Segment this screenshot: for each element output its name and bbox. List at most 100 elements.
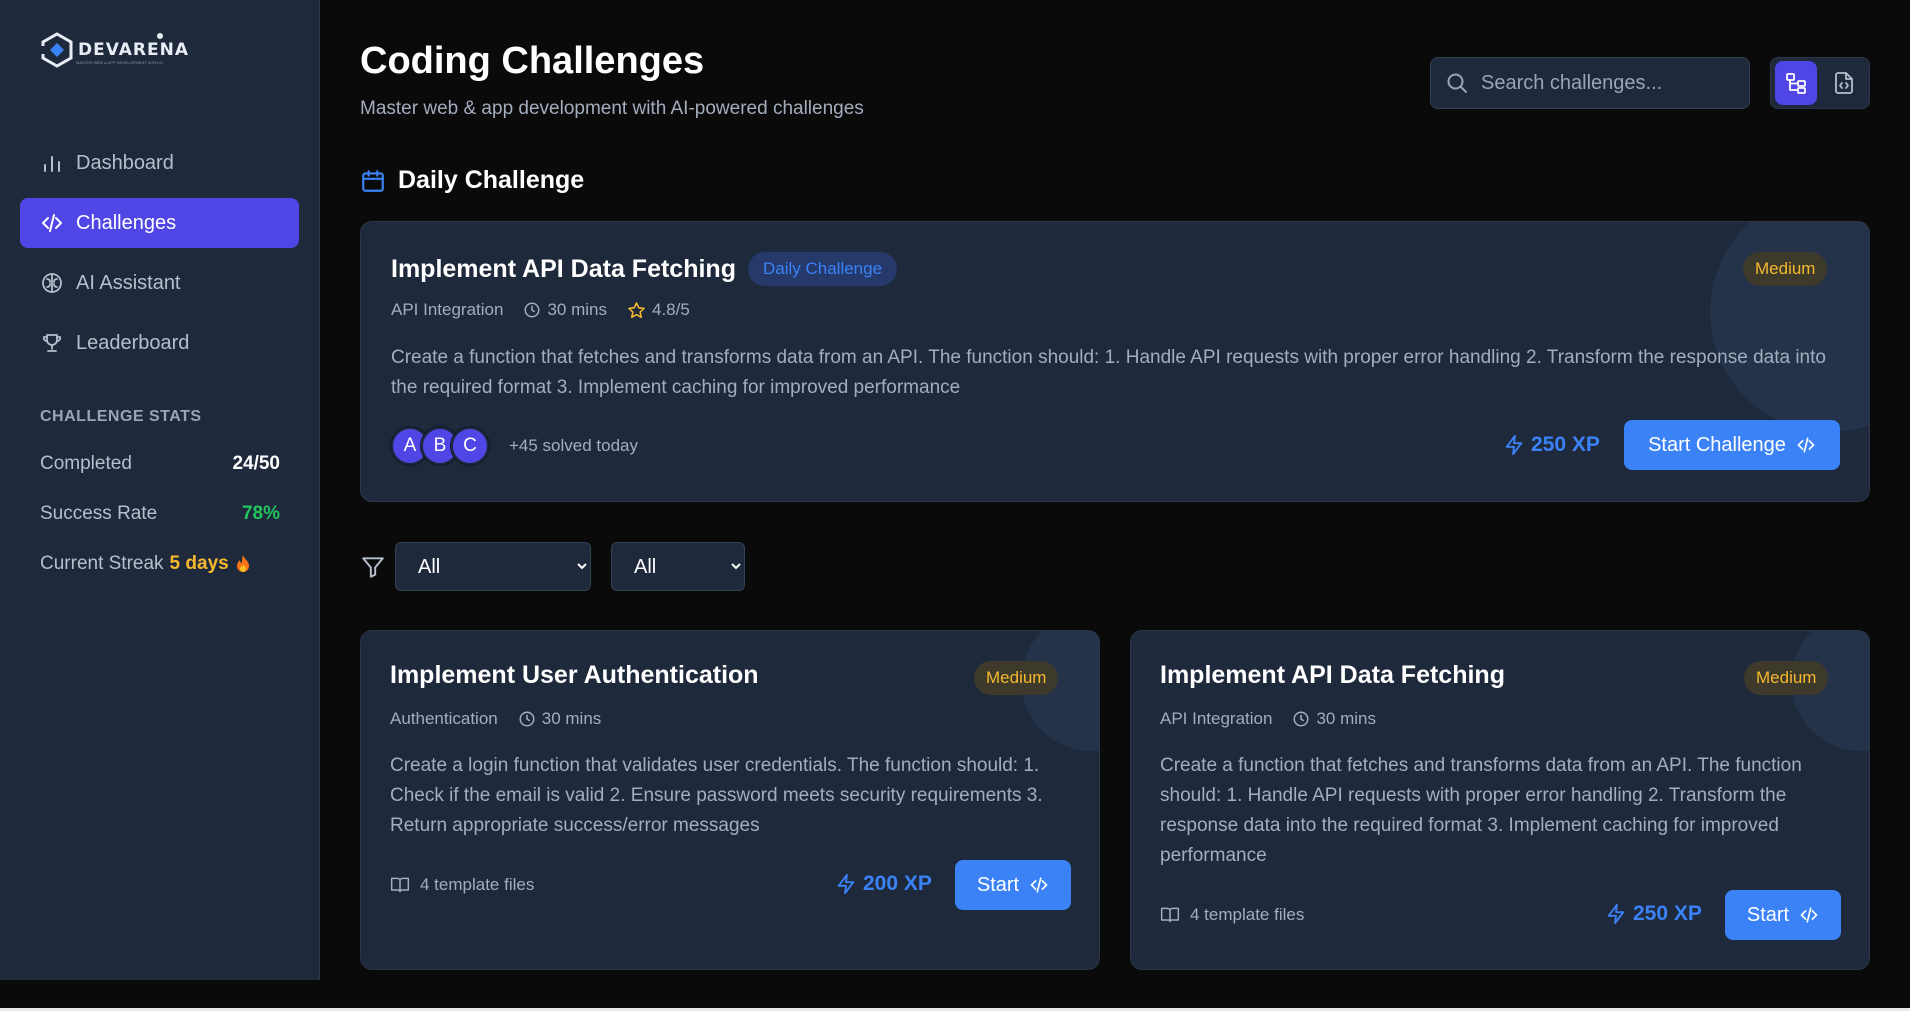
difficulty-select[interactable]: All xyxy=(395,542,591,591)
start-challenge-button[interactable]: Start Challenge xyxy=(1624,420,1840,470)
lightning-icon xyxy=(837,873,855,895)
clock-icon xyxy=(524,302,540,318)
button-label: Start xyxy=(976,873,1020,896)
sidebar-item-label: AI Assistant xyxy=(76,271,181,294)
button-label: Start Challenge xyxy=(1648,433,1786,456)
difficulty-badge: Medium xyxy=(1743,252,1828,286)
search-input[interactable] xyxy=(1481,71,1741,95)
logo-dot xyxy=(157,33,163,39)
challenge-description: Create a function that fetches and trans… xyxy=(391,347,1826,398)
bar-chart-icon xyxy=(44,156,60,172)
trophy-icon xyxy=(42,334,62,352)
xp-label: 250 XP xyxy=(1633,902,1702,925)
sidebar-item-leaderboard[interactable]: Leaderboard xyxy=(20,318,299,368)
stat-current-streak: Current Streak 5 days xyxy=(40,552,280,576)
duration-label: 30 mins xyxy=(1316,709,1376,728)
view-toggle xyxy=(1770,57,1870,109)
daily-challenge-badge: Daily Challenge xyxy=(747,252,898,286)
book-icon xyxy=(1160,907,1180,923)
difficulty-badge: Medium xyxy=(1744,661,1829,695)
challenge-meta: Authentication 30 mins xyxy=(390,709,601,729)
stat-label: Current Streak xyxy=(40,553,164,574)
sidebar-item-label: Leaderboard xyxy=(76,331,190,354)
streak-value: 5 days xyxy=(169,553,229,574)
challenge-card: Implement User Authentication Medium Aut… xyxy=(360,630,1100,970)
tree-view-button[interactable] xyxy=(1775,61,1817,105)
lightning-icon xyxy=(1607,903,1625,925)
page-subtitle: Master web & app development with AI-pow… xyxy=(360,98,864,119)
xp-reward: 200 XP xyxy=(835,872,932,896)
code-icon xyxy=(1797,437,1815,453)
challenge-title: Implement API Data Fetching xyxy=(1160,661,1505,689)
search-box[interactable] xyxy=(1430,57,1750,109)
rating: 4.8/5 xyxy=(627,300,690,320)
stat-value: 78% xyxy=(241,503,280,524)
difficulty-badge: Medium xyxy=(974,661,1059,695)
start-button[interactable]: Start xyxy=(1725,890,1841,940)
template-files: 4 template files xyxy=(1160,905,1304,925)
code-file-view-button[interactable] xyxy=(1823,61,1865,105)
app-logo[interactable]: DEVARENA MASTER WEB & APP DEVELOPMENT WI… xyxy=(40,30,189,70)
calendar-icon xyxy=(362,169,384,192)
duration: 30 mins xyxy=(1292,709,1376,729)
duration-label: 30 mins xyxy=(541,709,602,728)
logo-icon xyxy=(40,32,73,68)
brain-icon xyxy=(42,273,62,293)
search-icon xyxy=(1447,73,1467,93)
duration-label: 30 mins xyxy=(547,300,607,319)
xp-reward: 250 XP xyxy=(1605,902,1702,926)
stat-label: Success Rate xyxy=(40,503,158,524)
category-label: API Integration xyxy=(1160,709,1273,728)
avatar: C xyxy=(450,426,490,466)
filter-icon xyxy=(362,557,384,578)
code-icon xyxy=(42,214,62,232)
challenge-description: Create a function that fetches and trans… xyxy=(1160,755,1802,866)
sidebar: DEVARENA MASTER WEB & APP DEVELOPMENT WI… xyxy=(0,0,320,980)
category-filter: All xyxy=(611,542,745,591)
book-icon xyxy=(390,877,410,893)
sidebar-item-label: Dashboard xyxy=(76,151,174,174)
difficulty-filter: All xyxy=(395,542,591,591)
xp-label: 200 XP xyxy=(863,872,932,895)
sidebar-item-dashboard[interactable]: Dashboard xyxy=(20,138,299,188)
button-label: Start xyxy=(1746,903,1790,926)
challenge-title: Implement User Authentication xyxy=(390,661,759,689)
stat-label: Completed xyxy=(40,453,132,474)
xp-reward: 250 XP xyxy=(1503,433,1600,457)
sidebar-item-challenges[interactable]: Challenges xyxy=(20,198,299,248)
daily-challenge-card: Implement API Data Fetching Daily Challe… xyxy=(360,221,1870,502)
file-code-icon xyxy=(1835,72,1853,94)
sidebar-nav: Dashboard Challenges AI Assistant Leader… xyxy=(20,138,299,378)
page-title: Coding Challenges xyxy=(360,40,705,82)
category-label: Authentication xyxy=(390,709,498,728)
folder-tree-icon xyxy=(1786,73,1806,94)
xp-label: 250 XP xyxy=(1531,433,1600,456)
challenge-card: Implement API Data Fetching Medium API I… xyxy=(1130,630,1870,970)
solver-avatars: A B C +45 solved today xyxy=(390,426,638,466)
start-button[interactable]: Start xyxy=(955,860,1071,910)
challenge-description: Create a login function that validates u… xyxy=(390,755,1043,836)
code-icon xyxy=(1800,907,1818,923)
daily-section-title: Daily Challenge xyxy=(398,166,585,194)
challenge-stats: CHALLENGE STATS Completed 24/50 Success … xyxy=(40,408,280,602)
template-files: 4 template files xyxy=(390,875,534,895)
sidebar-item-label: Challenges xyxy=(76,211,177,234)
logo-tagline: MASTER WEB & APP DEVELOPMENT WITH AI xyxy=(76,60,163,65)
stat-value: 5 days xyxy=(170,553,251,575)
daily-title-row: Implement API Data Fetching Daily Challe… xyxy=(391,252,898,286)
duration: 30 mins xyxy=(518,709,602,729)
stat-completed: Completed 24/50 xyxy=(40,452,280,476)
clock-icon xyxy=(1293,711,1309,727)
category-label: API Integration xyxy=(391,300,504,319)
sidebar-item-ai-assistant[interactable]: AI Assistant xyxy=(20,258,299,308)
clock-icon xyxy=(519,711,535,727)
stat-value: 24/50 xyxy=(232,453,280,474)
stat-success-rate: Success Rate 78% xyxy=(40,502,280,526)
daily-section-header: Daily Challenge xyxy=(360,166,584,195)
files-label: 4 template files xyxy=(1190,905,1305,924)
category-select[interactable]: All xyxy=(611,542,745,591)
duration: 30 mins xyxy=(523,300,607,320)
challenge-title: Implement API Data Fetching xyxy=(391,254,736,283)
files-label: 4 template files xyxy=(420,875,535,894)
challenge-meta: API Integration 30 mins xyxy=(1160,709,1376,729)
